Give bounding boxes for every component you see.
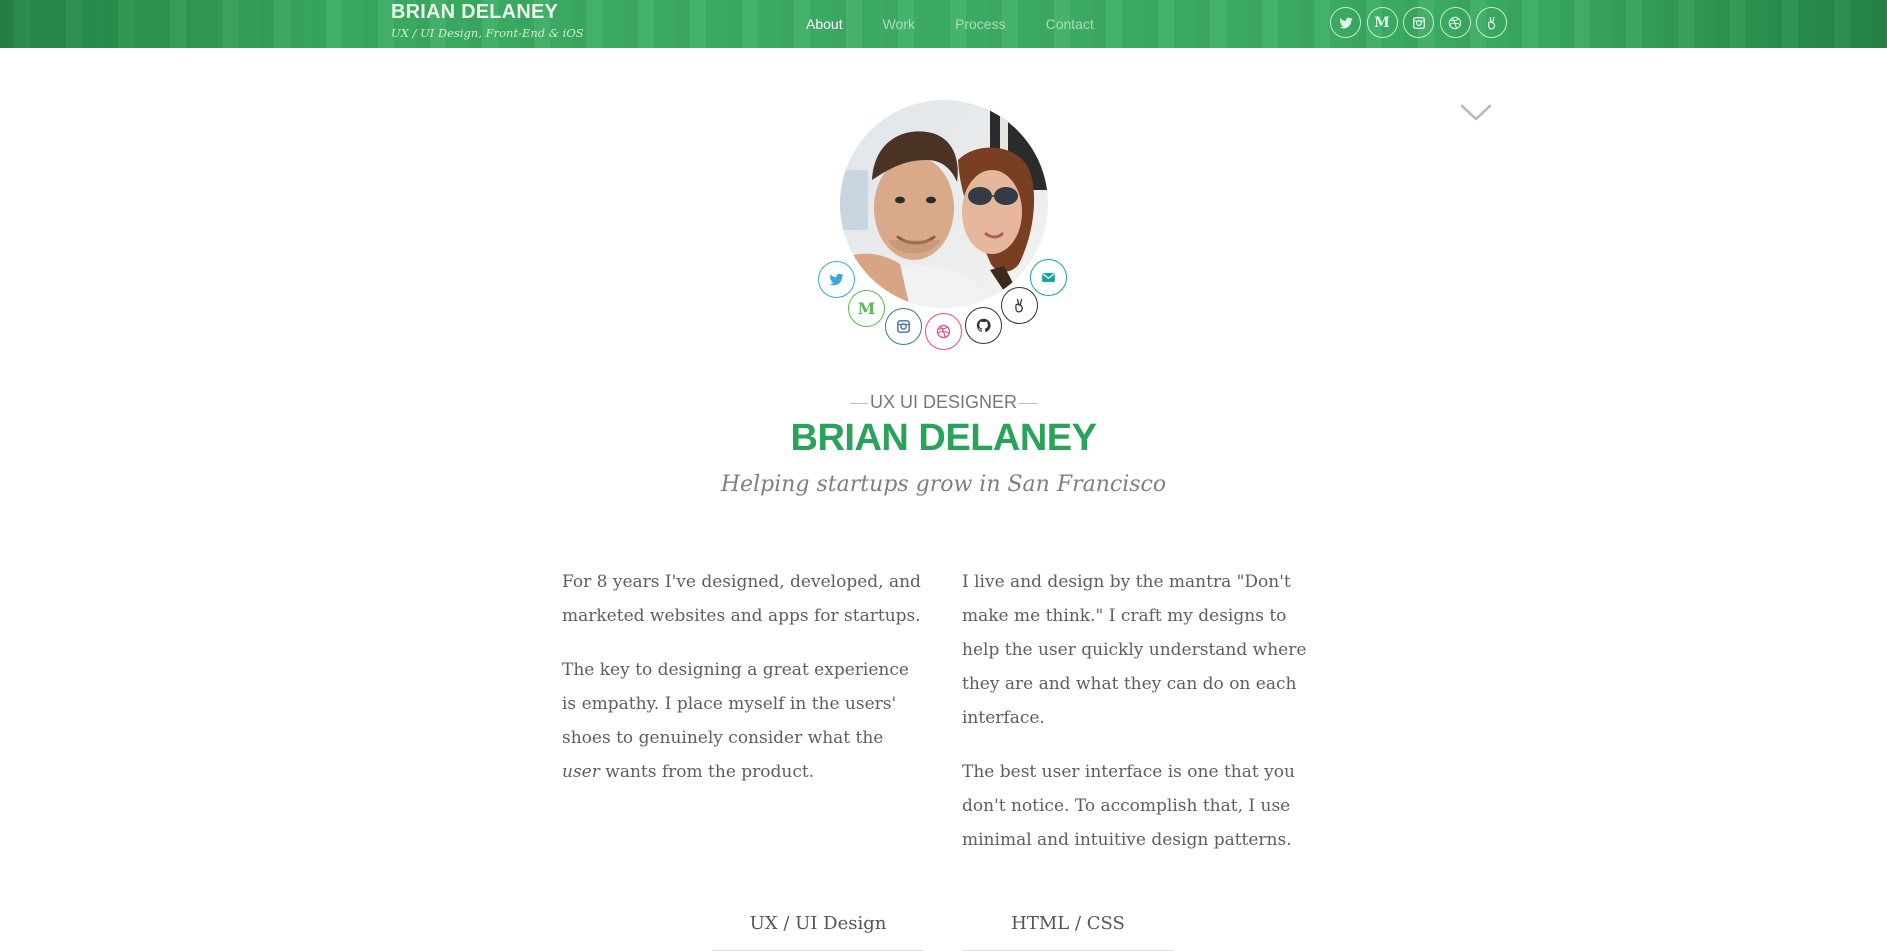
twitter-icon[interactable] [1330,7,1361,38]
header-texture-right [1557,0,1887,48]
hero-tagline: Helping startups grow in San Francisco [720,472,1167,497]
skill-heading: HTML / CSS [962,913,1174,951]
instagram-icon[interactable] [885,308,922,345]
angellist-icon[interactable] [1476,7,1507,38]
header-texture-left [0,0,330,48]
hero-name: BRIAN DELANEY [790,417,1097,459]
email-icon[interactable] [1030,259,1067,296]
scroll-down-chevron-icon[interactable] [1460,104,1492,122]
nav-link-about[interactable]: About [806,16,843,32]
about-text-emphasis: user [562,762,600,782]
nav-link-work[interactable]: Work [883,16,915,32]
nav-link-process[interactable]: Process [955,16,1006,32]
github-icon[interactable] [965,307,1002,344]
about-text-part: The key to designing a great experience … [562,660,909,748]
dribbble-icon[interactable] [1439,7,1471,38]
angellist-icon[interactable] [1001,287,1038,324]
medium-letter: M [857,299,876,318]
about-column-right: I live and design by the mantra "Don't m… [962,565,1322,877]
role-label: UX UI DESIGNER [869,392,1018,412]
medium-icon[interactable]: M [1366,7,1398,38]
about-paragraph: For 8 years I've designed, developed, an… [562,572,921,626]
about-paragraph: The key to designing a great experience … [562,653,922,789]
instagram-icon[interactable] [1403,7,1434,38]
brand-name[interactable]: BRIAN DELANEY [391,1,558,24]
about-paragraph: The best user interface is one that you … [962,762,1295,850]
profile-photo [840,100,1048,308]
role-dash-right [1019,402,1038,404]
twitter-icon[interactable] [818,261,855,298]
main-nav: About Work Process Contact [806,16,1134,32]
role-dash-left [849,402,868,404]
medium-icon[interactable]: M [848,290,885,327]
skill-heading: UX / UI Design [712,913,924,951]
about-text-part: wants from the product. [599,762,815,782]
about-column-left: For 8 years I've designed, developed, an… [562,565,922,809]
nav-link-contact[interactable]: Contact [1046,16,1094,32]
top-navigation-bar: BRIAN DELANEY UX / UI Design, Front-End … [0,0,1887,48]
brand-tagline: UX / UI Design, Front-End & iOS [391,26,584,40]
dribbble-icon[interactable] [925,313,962,350]
role-heading: UX UI DESIGNER [0,392,1887,413]
about-paragraph: I live and design by the mantra "Don't m… [962,572,1307,728]
header-social-links: M [1330,7,1513,38]
